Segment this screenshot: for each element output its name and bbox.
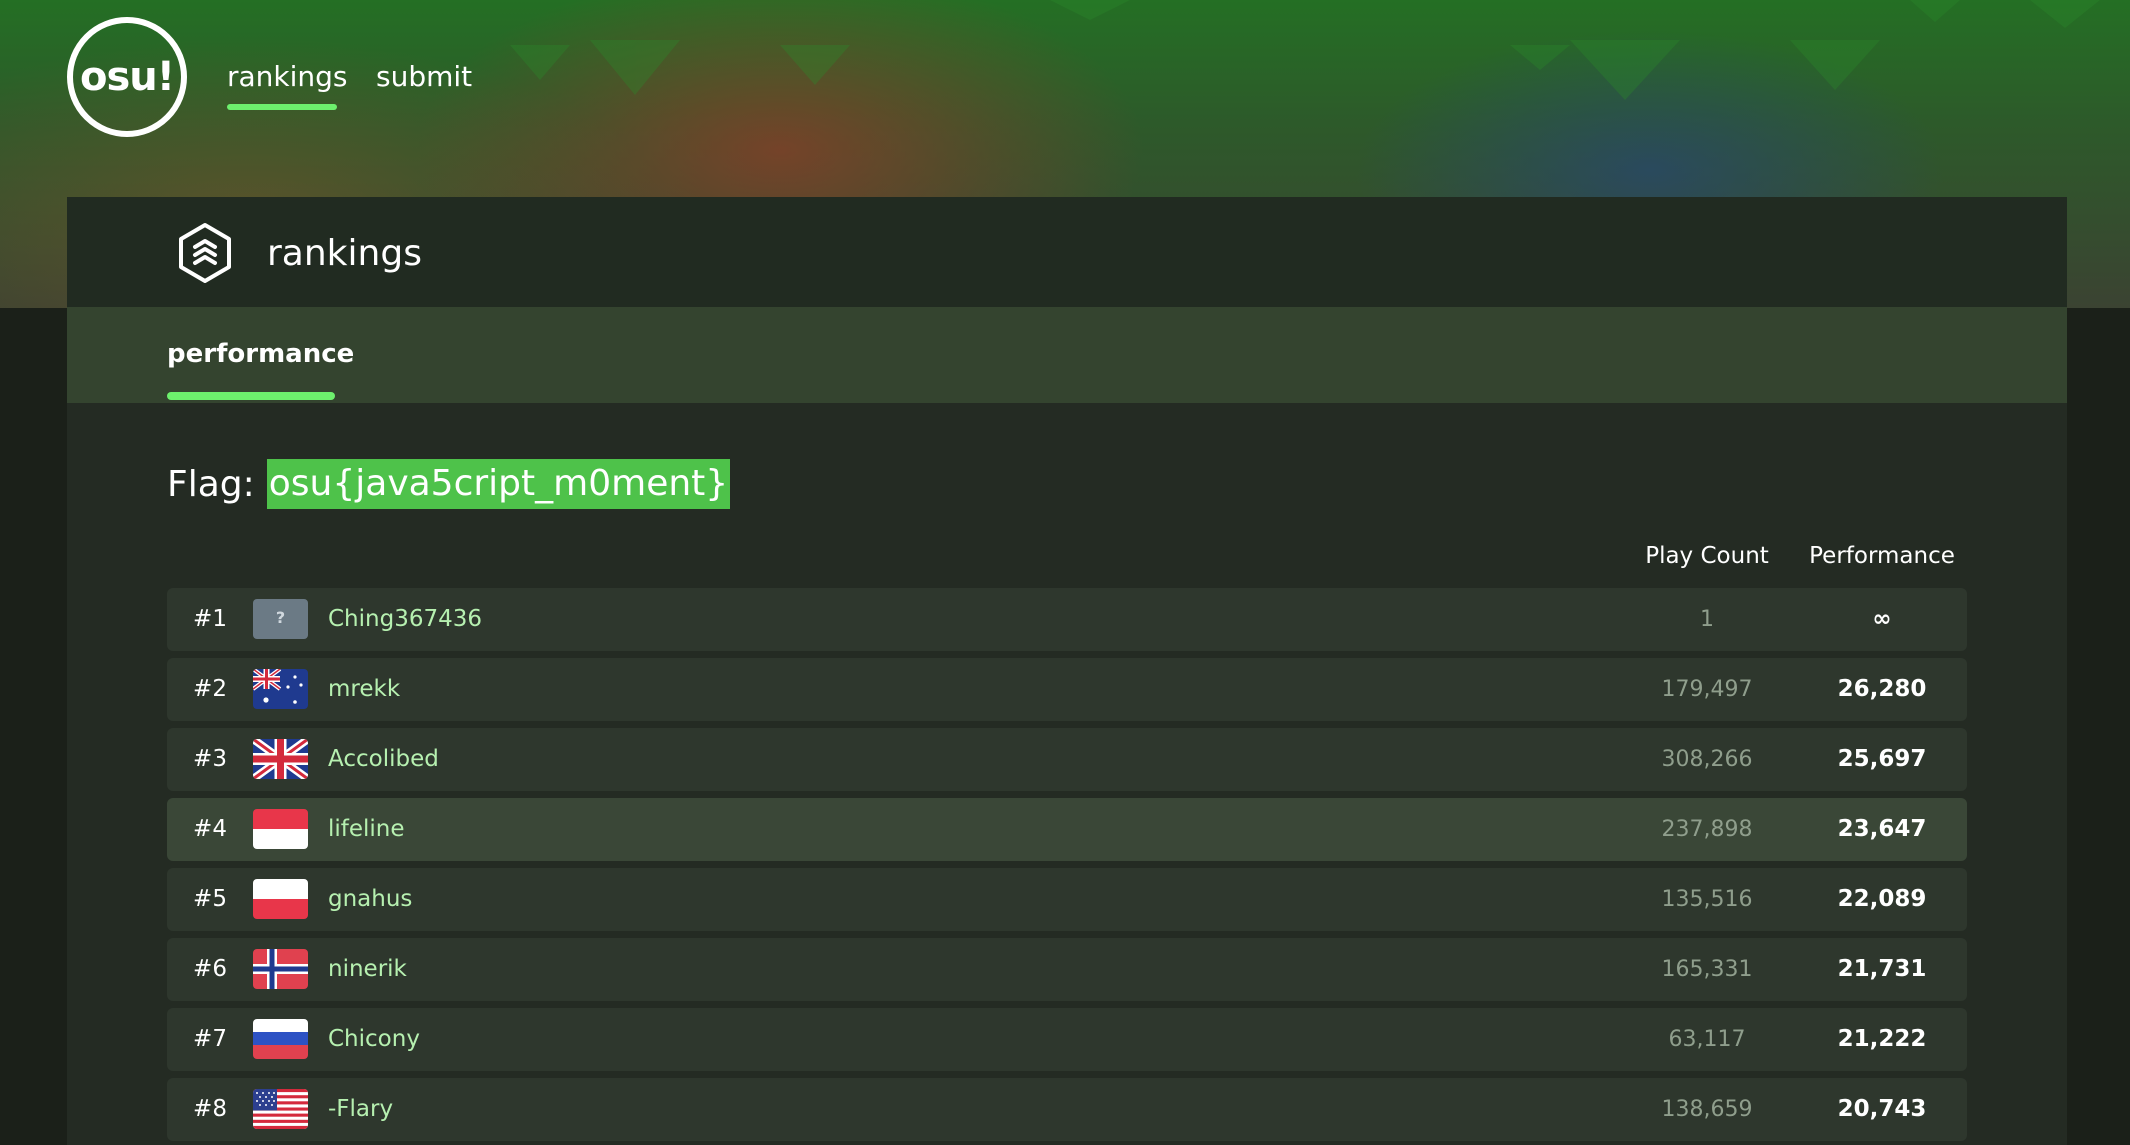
flag-value: osu{java5cript_m0ment} [266, 459, 731, 509]
username-link[interactable]: mrekk [328, 658, 400, 721]
rank: #5 [193, 886, 227, 912]
panel-header: rankings [67, 197, 2067, 307]
rank: #7 [193, 1026, 227, 1052]
performance-points: 21,731 [1837, 956, 1927, 982]
poland-flag-icon [253, 879, 308, 919]
tab-bar: performance [67, 307, 2067, 403]
table-row[interactable]: #8 -Flary 138,659 20,743 [167, 1078, 1967, 1141]
svg-text:?: ? [276, 608, 285, 627]
performance-points: 21,222 [1837, 1026, 1927, 1052]
performance-points: 22,089 [1837, 886, 1927, 912]
performance-points: 25,697 [1837, 746, 1927, 772]
column-header-play-count: Play Count [1645, 543, 1769, 569]
rank: #2 [193, 676, 227, 702]
rankings-panel: rankings performance Flag: osu{java5crip… [67, 197, 2067, 1145]
table-row[interactable]: #3 Accolibed 308,266 25,697 [167, 728, 1967, 791]
nav-link-rankings[interactable]: rankings [227, 60, 348, 93]
username-link[interactable]: lifeline [328, 798, 405, 861]
play-count: 237,898 [1661, 817, 1753, 842]
rank: #4 [193, 816, 227, 842]
table-row[interactable]: #2 mrekk 179,497 26,280 [167, 658, 1967, 721]
username-link[interactable]: -Flary [328, 1078, 393, 1141]
play-count: 138,659 [1661, 1097, 1753, 1122]
top-navigation: osu! rankings submit [0, 0, 2130, 150]
table-row[interactable]: #5 gnahus 135,516 22,089 [167, 868, 1967, 931]
performance-points: 23,647 [1837, 816, 1927, 842]
nav-active-indicator [227, 104, 337, 110]
table-row[interactable]: #7 Chicony 63,117 21,222 [167, 1008, 1967, 1071]
performance-points: 20,743 [1837, 1096, 1927, 1122]
united-kingdom-flag-icon [253, 739, 308, 779]
play-count: 165,331 [1661, 957, 1753, 982]
play-count: 63,117 [1668, 1027, 1746, 1052]
australia-flag-icon [253, 669, 308, 709]
play-count: 1 [1700, 607, 1714, 632]
username-link[interactable]: ninerik [328, 938, 407, 1001]
username-link[interactable]: Ching367436 [328, 588, 482, 651]
flag-line: Flag: osu{java5cript_m0ment} [167, 459, 731, 509]
table-row[interactable]: #4 lifeline 237,898 23,647 [167, 798, 1967, 861]
nav-link-submit[interactable]: submit [376, 60, 472, 93]
tab-performance[interactable]: performance [167, 339, 354, 369]
play-count: 308,266 [1661, 747, 1753, 772]
rank: #3 [193, 746, 227, 772]
rank: #1 [193, 606, 227, 632]
page: osu! rankings submit rankings performanc… [0, 0, 2130, 1145]
performance-points: 26,280 [1837, 676, 1927, 702]
play-count: 135,516 [1661, 887, 1753, 912]
username-link[interactable]: Accolibed [328, 728, 439, 791]
username-link[interactable]: gnahus [328, 868, 412, 931]
united-states-flag-icon [253, 1089, 308, 1129]
tab-active-indicator [167, 392, 335, 400]
column-header-performance: Performance [1809, 543, 1955, 569]
username-link[interactable]: Chicony [328, 1008, 420, 1071]
norway-flag-icon [253, 949, 308, 989]
performance-points: ∞ [1872, 606, 1892, 632]
page-title: rankings [267, 233, 422, 274]
table-row[interactable]: #6 ninerik 165,331 21,731 [167, 938, 1967, 1001]
rank: #6 [193, 956, 227, 982]
osu-logo[interactable]: osu! [67, 17, 187, 137]
rank: #8 [193, 1096, 227, 1122]
rankings-hexagon-icon [179, 223, 231, 283]
play-count: 179,497 [1661, 677, 1753, 702]
indonesia-flag-icon [253, 809, 308, 849]
russia-flag-icon [253, 1019, 308, 1059]
flag-label: Flag: [167, 463, 255, 505]
unknown-country-flag-icon: ? [253, 599, 308, 639]
table-row[interactable]: #1 ? Ching367436 1 ∞ [167, 588, 1967, 651]
